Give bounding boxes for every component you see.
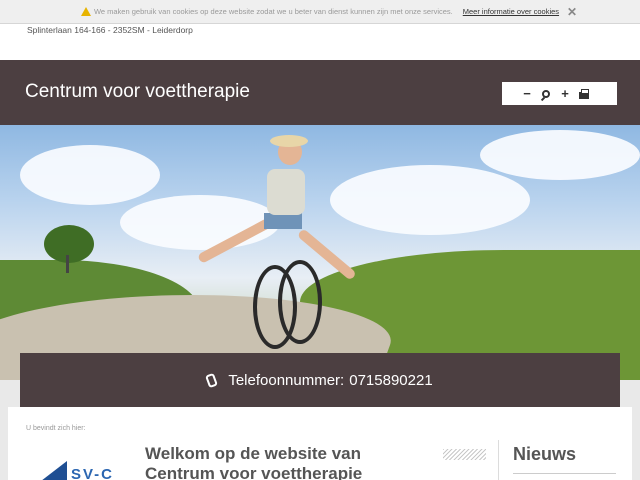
cookie-bar: We maken gebruik van cookies op deze web… — [0, 0, 640, 24]
phone-bar: Telefoonnummer: 0715890221 — [20, 353, 620, 407]
phone-number[interactable]: 0715890221 — [349, 372, 432, 389]
divider — [498, 440, 499, 480]
print-icon[interactable] — [579, 88, 589, 99]
phone-label: Telefoonnummer: — [228, 371, 345, 389]
cookie-info-link[interactable]: Meer informatie over cookies — [463, 7, 559, 16]
search-icon[interactable] — [541, 89, 551, 99]
address-strip: Splinterlaan 164-166 - 2352SM - Leiderdo… — [0, 24, 640, 60]
page-title: Welkom op de website van Centrum voor vo… — [145, 444, 363, 480]
address-text: Splinterlaan 164-166 - 2352SM - Leiderdo… — [27, 25, 193, 35]
hero-image — [0, 125, 640, 380]
decorative-hatch — [443, 449, 486, 460]
zoom-in-button[interactable]: + — [560, 87, 570, 100]
news-underline — [513, 473, 616, 474]
close-icon[interactable]: ✕ — [567, 5, 577, 19]
phone-icon — [205, 372, 219, 388]
site-title[interactable]: Centrum voor voettherapie — [25, 81, 250, 103]
accessibility-toolbar: − + — [502, 82, 617, 105]
breadcrumb: U bevindt zich hier: — [26, 425, 86, 432]
zoom-out-button[interactable]: − — [522, 87, 532, 100]
logo-text: SV-C — [71, 466, 115, 480]
logo-swoosh-icon — [41, 461, 67, 480]
warning-icon — [80, 7, 91, 16]
news-heading: Nieuws — [513, 444, 577, 464]
logo[interactable]: SV-C — [27, 455, 131, 480]
cookie-message: We maken gebruik van cookies op deze web… — [93, 7, 453, 16]
